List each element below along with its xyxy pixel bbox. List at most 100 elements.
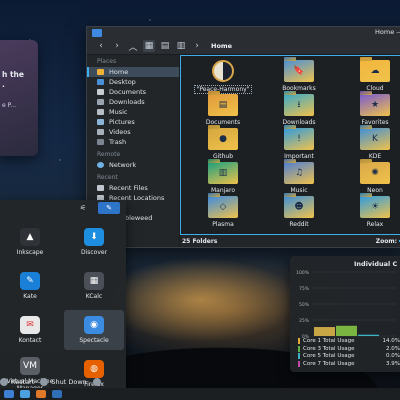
legend-swatch <box>298 360 300 367</box>
launcher-app-discover[interactable]: ⬇ Discover <box>62 220 126 264</box>
sidebar-item-downloads[interactable]: Downloads <box>87 97 179 107</box>
sliders-icon[interactable]: ⚟ <box>72 202 94 214</box>
folder-item[interactable]: 🔖 Bookmarks <box>261 60 337 94</box>
folder-app-icon <box>92 28 102 37</box>
sidebar-item-network[interactable]: Network <box>87 160 179 170</box>
folder-item[interactable]: ✺ Neon <box>337 162 400 196</box>
folder-item[interactable]: ☁ Cloud <box>337 60 400 94</box>
kcalc-icon: ▦ <box>84 272 104 290</box>
folder-view[interactable]: "Peace-Harmony" 🔖 Bookmarks ☁ Cloud ▤ Document… <box>180 55 400 235</box>
task-dolphin-icon[interactable] <box>20 390 30 398</box>
github-icon: ● <box>208 128 238 150</box>
network-icon <box>97 162 104 168</box>
folder-label: Plasma <box>212 221 234 228</box>
folder-item[interactable]: ● Github <box>185 128 261 162</box>
details-view-button[interactable]: ▤ <box>159 40 171 52</box>
folder-item[interactable]: ☀ Relax <box>337 196 400 230</box>
restart-icon <box>0 378 8 386</box>
sidebar-item-videos[interactable]: Videos <box>87 127 179 137</box>
sidebar-item-label: Desktop <box>109 78 136 86</box>
launcher-app-kontact[interactable]: ✉ Kontact <box>0 308 62 352</box>
music-icon: ♫ <box>284 162 314 184</box>
dolphin-window: Home — ‹ › ︿ ▦ ▤ ▥ › Home Places Home De… <box>86 26 400 248</box>
sidebar-item-label: Videos <box>109 128 131 136</box>
breadcrumb-home[interactable]: Home <box>211 42 232 50</box>
sidebar-item-pictures[interactable]: Pictures <box>87 117 179 127</box>
yin-yang-icon <box>212 60 234 82</box>
folder-item[interactable]: ♫ Music <box>261 162 337 196</box>
launcher-app-spectacle[interactable]: ◉ Spectacle <box>64 310 124 350</box>
folder-item[interactable]: ▥ Manjaro <box>185 162 261 196</box>
back-arrow-icon[interactable]: ‹ <box>95 40 107 52</box>
task-firefox-icon[interactable] <box>36 390 46 398</box>
sidebar-item-music[interactable]: Music <box>87 107 179 117</box>
inkscape-icon: ▲ <box>20 228 40 246</box>
sidebar-item-home[interactable]: Home <box>87 67 179 77</box>
launcher-view-switcher: ⚟ ✎ <box>72 202 120 214</box>
cpu-bar-chart: 100%75%50%25%0% <box>296 270 396 340</box>
sidebar-item-recent-files[interactable]: Recent Files <box>87 183 179 193</box>
folder-item[interactable]: ! Important <box>261 128 337 162</box>
launcher-app-label: Kate <box>23 293 37 300</box>
application-launcher: ⚟ ✎ ▲ Inkscape ⬇ Discover ✎ Kate ▦ KCalc ✉ Kontac… <box>0 200 126 400</box>
bookmark-icon: 🔖 <box>284 60 314 82</box>
up-arrow-icon[interactable]: ︿ <box>127 40 139 53</box>
music-icon <box>97 109 104 115</box>
folder-item[interactable]: ⭳ Downloads <box>261 94 337 128</box>
pictures-icon <box>97 119 104 125</box>
folder-label: Reddit <box>289 221 309 228</box>
sidebar-item-label: Music <box>109 108 128 116</box>
legend-series-name: Core 1 Total Usage <box>303 338 355 344</box>
home-icon <box>97 69 104 75</box>
important-icon: ! <box>284 128 314 150</box>
leave-button[interactable] <box>92 378 101 386</box>
legend-series-value: 2.0% <box>386 345 400 352</box>
restart-button[interactable]: Restart <box>0 378 34 386</box>
recent-header: Recent <box>97 174 118 181</box>
chart-y-tick-label: 50% <box>299 302 310 308</box>
shutdown-button[interactable]: Shut Down <box>40 378 87 386</box>
folder-item[interactable]: K KDE <box>337 128 400 162</box>
sidebar-item-label: Trash <box>109 138 127 146</box>
folder-item[interactable]: ☻ Reddit <box>261 196 337 230</box>
system-monitor-widget: Individual C 100% 75% 50% 25% 0% Core 1 Tota… <box>290 256 400 372</box>
chart-bar <box>358 334 379 336</box>
vm-icon: VM <box>20 356 40 375</box>
pin-icon[interactable]: ✎ <box>98 202 120 214</box>
neon-icon: ✺ <box>360 162 390 184</box>
notification-line-1: h the <box>2 70 24 79</box>
window-titlebar[interactable]: Home — <box>87 27 400 38</box>
sidebar-item-trash[interactable]: Trash <box>87 137 179 147</box>
videos-icon <box>97 129 104 135</box>
split-view-button[interactable]: ▥ <box>175 40 187 52</box>
folder-item[interactable]: "Peace-Harmony" <box>185 60 261 94</box>
toolbar: ‹ › ︿ ▦ ▤ ▥ › Home <box>87 38 400 55</box>
folder-item[interactable]: ◇ Plasma <box>185 196 261 230</box>
notification-card[interactable]: h the . e P... <box>0 40 38 156</box>
kde-icon: K <box>360 128 390 150</box>
relax-icon: ☀ <box>360 196 390 218</box>
recent-files-icon <box>97 185 104 191</box>
notification-line-2: . <box>2 80 5 89</box>
launcher-app-inkscape[interactable]: ▲ Inkscape <box>0 220 62 264</box>
cloud-icon: ☁ <box>360 60 390 82</box>
sidebar-item-desktop[interactable]: Desktop <box>87 77 179 87</box>
app-menu-icon[interactable] <box>4 390 14 398</box>
task-item-icon[interactable] <box>52 390 62 398</box>
kate-icon: ✎ <box>20 272 40 290</box>
legend-swatch <box>298 345 300 352</box>
legend-series-value: 0.0% <box>386 353 400 359</box>
restart-label: Restart <box>11 378 35 386</box>
folder-item[interactable]: ★ Favorites <box>337 94 400 128</box>
sidebar-item-label: Downloads <box>109 98 145 106</box>
chart-y-tick-label: 25% <box>299 318 310 324</box>
sidebar-item-label: bleweed <box>125 214 153 222</box>
launcher-app-kate[interactable]: ✎ Kate <box>0 264 62 308</box>
folder-item[interactable]: ▤ Documents <box>185 94 261 128</box>
breadcrumb-chevron-icon[interactable]: › <box>191 40 203 52</box>
taskbar <box>0 388 400 400</box>
sidebar-item-documents[interactable]: Documents <box>87 87 179 97</box>
icon-view-button[interactable]: ▦ <box>143 40 155 52</box>
launcher-app-kcalc[interactable]: ▦ KCalc <box>62 264 126 308</box>
forward-arrow-icon[interactable]: › <box>111 40 123 52</box>
